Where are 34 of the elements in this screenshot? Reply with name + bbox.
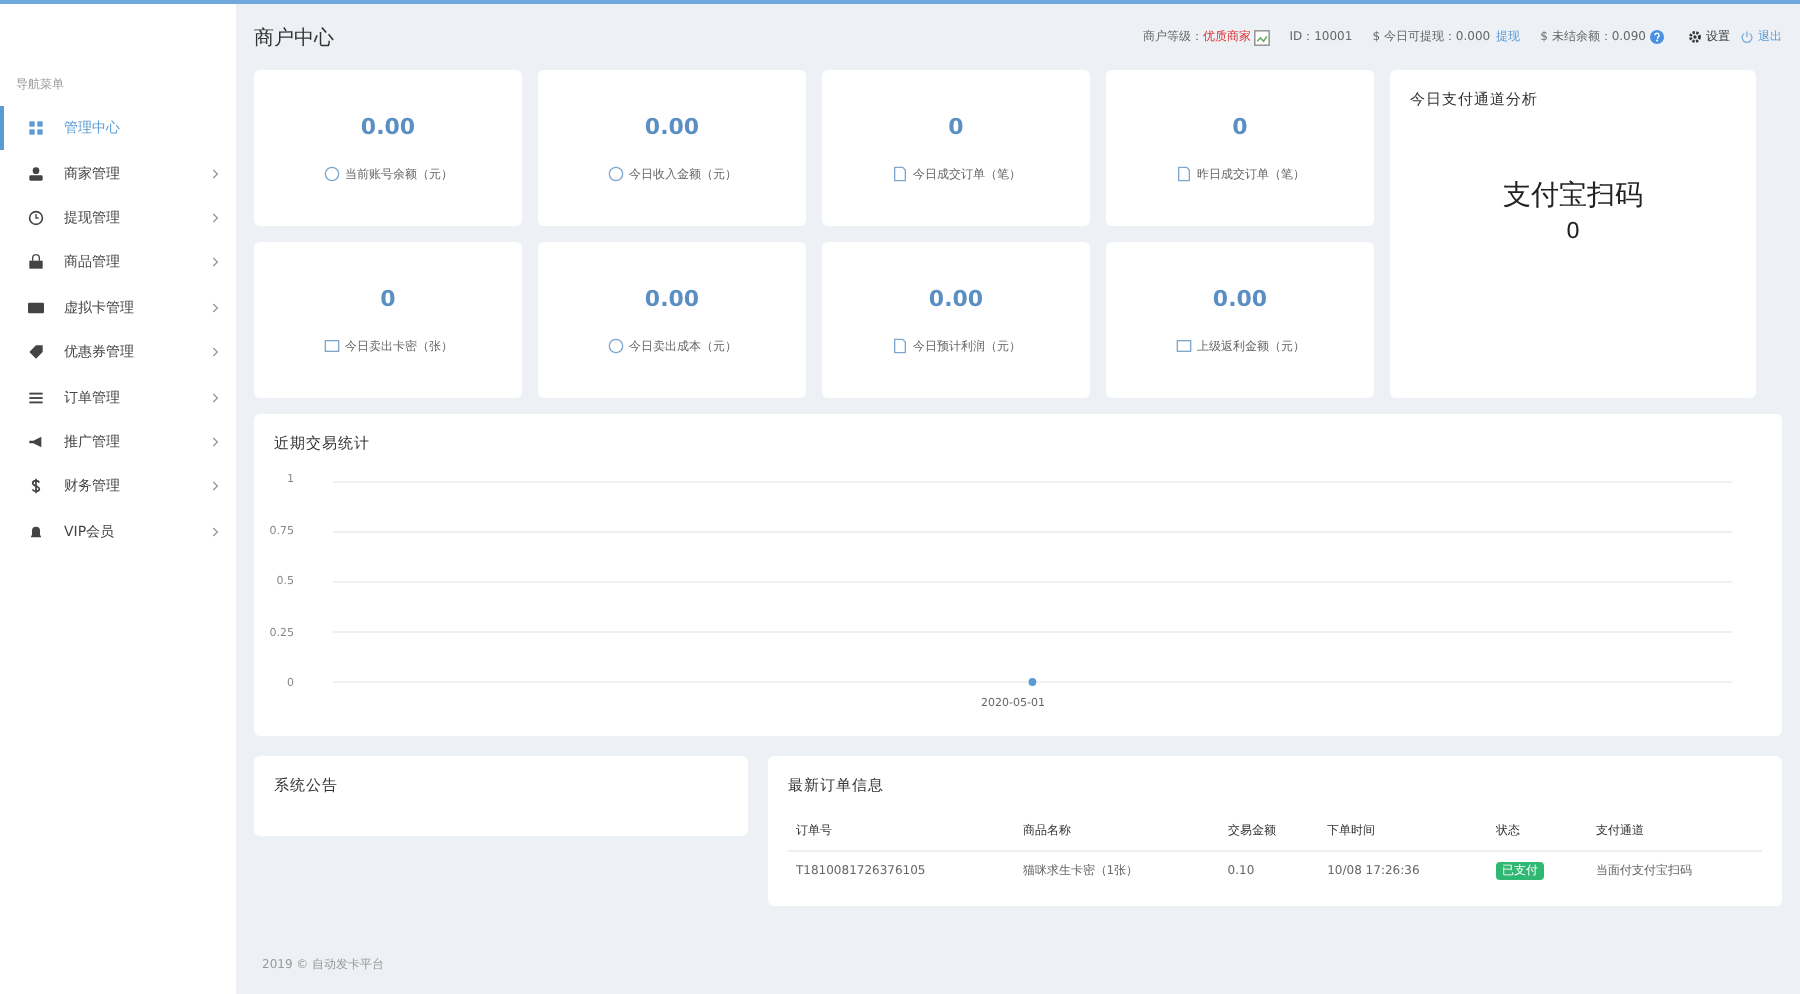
coin-icon: [607, 338, 623, 354]
coin-icon: [607, 166, 623, 182]
coin-icon: [323, 166, 339, 182]
help-icon: [1650, 30, 1664, 44]
bag-icon: [28, 254, 44, 271]
bell-icon: [28, 523, 44, 540]
card-icon: [1175, 338, 1191, 354]
stat-value: 0.00: [1212, 285, 1268, 311]
stat-value: 0: [948, 113, 964, 139]
stat-value: 0.00: [644, 285, 700, 311]
list-icon: [28, 389, 44, 406]
stat-value: 0: [1232, 113, 1248, 139]
card-icon: [28, 299, 44, 316]
user-icon: [28, 165, 44, 182]
channel-count: 0: [1566, 218, 1580, 244]
stat-value: 0.00: [360, 113, 416, 139]
stat-value: 0.00: [644, 113, 700, 139]
settings-icon: [1688, 30, 1702, 44]
dollar-icon: [28, 478, 44, 495]
document-icon: [891, 166, 907, 182]
card-icon: [323, 338, 339, 354]
grid-icon: [28, 120, 44, 137]
document-icon: [1175, 166, 1191, 182]
broken-image-icon: [1253, 29, 1270, 45]
clock-icon: [28, 209, 44, 226]
megaphone-icon: [28, 433, 44, 450]
page-title: 商户中心: [254, 25, 334, 51]
channel-name: 支付宝扫码: [1503, 178, 1643, 214]
document-icon: [891, 338, 907, 354]
tag-icon: [28, 344, 44, 361]
stat-value: 0.00: [928, 285, 984, 311]
stat-value: 0: [380, 285, 396, 311]
power-icon: [1740, 30, 1754, 44]
line-series: [1028, 678, 1037, 686]
